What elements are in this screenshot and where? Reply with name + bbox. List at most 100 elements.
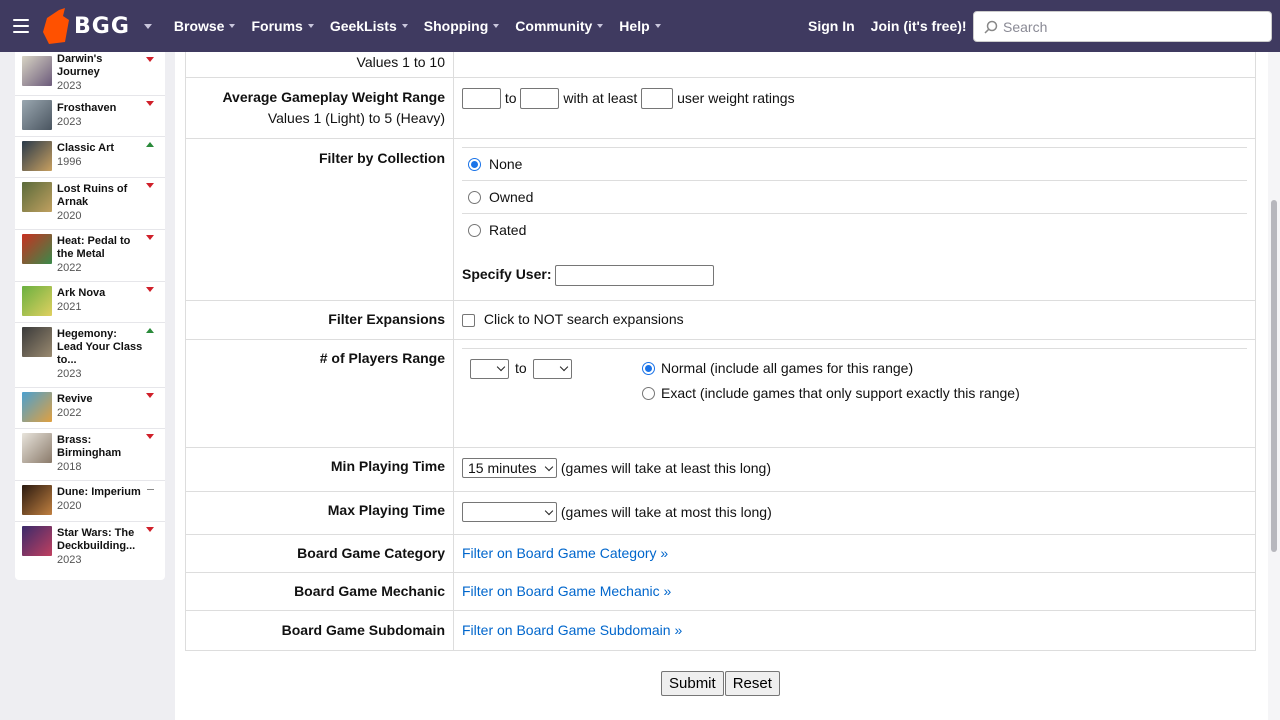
game-thumbnail[interactable] xyxy=(22,182,52,212)
game-name[interactable]: Arnak xyxy=(57,196,157,209)
bgg-logo[interactable]: BGG xyxy=(43,8,152,44)
game-name[interactable]: Classic Art xyxy=(57,142,157,155)
subdomain-row: Board Game Subdomain Filter on Board Gam… xyxy=(186,611,1255,650)
game-year: 2018 xyxy=(57,461,82,473)
chevron-down-icon xyxy=(544,462,554,472)
game-year: 2021 xyxy=(57,301,82,313)
min-playing-time-select[interactable]: 15 minutes xyxy=(462,458,557,479)
list-item[interactable]: Dune: Imperium 2020 xyxy=(15,481,165,522)
weight-max-input[interactable] xyxy=(520,87,560,109)
list-item[interactable]: Lost Ruins of Arnak 2020 xyxy=(15,178,165,230)
mechanic-value: Filter on Board Game Mechanic » xyxy=(454,573,1255,610)
hamburger-menu-icon[interactable] xyxy=(13,19,29,33)
players-max-select[interactable] xyxy=(532,358,572,379)
game-thumbnail[interactable] xyxy=(22,433,52,463)
list-item[interactable]: Ark Nova 2021 xyxy=(15,282,165,323)
radio-owned[interactable] xyxy=(468,190,481,204)
game-year: 2023 xyxy=(57,116,82,128)
max-playing-time-select[interactable] xyxy=(462,502,557,523)
game-name[interactable]: Frosthaven xyxy=(57,102,157,115)
game-thumbnail[interactable] xyxy=(22,286,52,316)
game-name[interactable]: Revive xyxy=(57,393,157,406)
list-item[interactable]: Brass: Birmingham 2018 xyxy=(15,429,165,481)
weight-to-text: to xyxy=(504,89,517,106)
reset-button[interactable]: Reset xyxy=(724,671,780,696)
nav-help[interactable]: Help xyxy=(619,18,661,34)
list-item[interactable]: Star Wars: The Deckbuilding... 2023 xyxy=(15,522,165,572)
collection-option-rated[interactable]: Rated xyxy=(462,213,1247,246)
players-mode-exact[interactable]: Exact (include games that only support e… xyxy=(642,380,1020,407)
game-name[interactable]: Lost Ruins of xyxy=(57,183,157,196)
list-item[interactable]: Frosthaven 2023 xyxy=(15,96,165,137)
game-name[interactable]: Brass: xyxy=(57,434,157,447)
subdomain-filter-link[interactable]: Filter on Board Game Subdomain » xyxy=(462,622,682,638)
game-name[interactable]: to... xyxy=(57,354,157,367)
nav-shopping[interactable]: Shopping xyxy=(424,18,500,34)
nav-forums[interactable]: Forums xyxy=(251,18,314,34)
players-min-select[interactable] xyxy=(470,358,509,379)
list-item[interactable]: Heat: Pedal to the Metal 2022 xyxy=(15,230,165,282)
search-input[interactable] xyxy=(1003,18,1253,35)
game-name[interactable]: the Metal xyxy=(57,248,157,261)
radio-none[interactable] xyxy=(468,157,481,171)
join-link[interactable]: Join (it's free)! xyxy=(871,18,967,34)
category-filter-link[interactable]: Filter on Board Game Category » xyxy=(462,545,668,561)
game-name[interactable]: Darwin's xyxy=(57,53,157,66)
game-name[interactable]: Heat: Pedal to xyxy=(57,235,157,248)
game-name[interactable]: Star Wars: The xyxy=(57,527,157,540)
game-name[interactable]: Dune: Imperium xyxy=(57,486,157,499)
game-name[interactable]: Birmingham xyxy=(57,447,157,460)
game-thumbnail[interactable] xyxy=(22,485,52,515)
game-name[interactable]: Hegemony: xyxy=(57,328,157,341)
game-name[interactable]: Journey xyxy=(57,66,157,79)
game-name[interactable]: Lead Your Class xyxy=(57,341,157,354)
game-thumbnail[interactable] xyxy=(22,141,52,171)
game-thumbnail[interactable] xyxy=(22,526,52,556)
list-item[interactable]: Classic Art 1996 xyxy=(15,137,165,178)
nav-geeklists[interactable]: GeekLists xyxy=(330,18,408,34)
game-thumbnail[interactable] xyxy=(22,56,52,86)
trend-down-icon xyxy=(146,393,154,398)
radio-exact[interactable] xyxy=(642,387,655,400)
game-thumbnail[interactable] xyxy=(22,234,52,264)
weight-ratings-text: user weight ratings xyxy=(677,89,795,106)
collection-option-owned[interactable]: Owned xyxy=(462,180,1247,213)
list-item[interactable]: Hegemony: Lead Your Class to... 2023 xyxy=(15,323,165,388)
subdomain-value: Filter on Board Game Subdomain » xyxy=(454,611,1255,650)
chevron-down-icon xyxy=(544,506,554,516)
game-name[interactable]: Deckbuilding... xyxy=(57,540,157,553)
radio-rated[interactable] xyxy=(468,223,481,237)
collection-option-none[interactable]: None xyxy=(462,147,1247,180)
players-mode-normal[interactable]: Normal (include all games for this range… xyxy=(642,357,1020,380)
weight-min-input[interactable] xyxy=(462,87,501,109)
nav-browse[interactable]: Browse xyxy=(174,18,236,34)
list-item[interactable]: Revive 2022 xyxy=(15,388,165,429)
game-year: 2022 xyxy=(57,262,82,274)
radio-normal[interactable] xyxy=(642,362,655,375)
game-thumbnail[interactable] xyxy=(22,392,52,422)
chevron-down-icon xyxy=(307,24,314,28)
game-thumbnail[interactable] xyxy=(22,100,52,130)
search-box[interactable] xyxy=(973,11,1272,42)
specify-user-input[interactable] xyxy=(555,264,715,286)
game-thumbnail[interactable] xyxy=(22,327,52,357)
scrollbar-thumb[interactable] xyxy=(1271,200,1277,552)
game-name[interactable]: Ark Nova xyxy=(57,287,157,300)
players-range-row: # of Players Range to Normal (include al… xyxy=(186,340,1255,448)
submit-button[interactable]: Submit xyxy=(661,671,724,696)
mechanic-filter-link[interactable]: Filter on Board Game Mechanic » xyxy=(462,583,671,599)
exclude-expansions-label: Click to NOT search expansions xyxy=(483,311,684,327)
specify-user-label: Specify User: xyxy=(462,266,552,282)
exclude-expansions-checkbox[interactable] xyxy=(462,313,475,327)
top-navigation-bar: BGG Browse Forums GeekLists Shopping Com… xyxy=(0,0,1280,52)
chevron-down-icon[interactable] xyxy=(143,23,152,29)
sign-in-link[interactable]: Sign In xyxy=(808,18,855,34)
min-playing-time-label: Min Playing Time xyxy=(186,448,454,491)
weight-min-ratings-input[interactable] xyxy=(641,87,674,109)
nav-community[interactable]: Community xyxy=(515,18,604,34)
players-range-selects: to xyxy=(470,358,572,379)
list-item[interactable]: Darwin's Journey 2023 xyxy=(15,52,165,96)
weight-range-title: Average Gameplay Weight Range xyxy=(222,89,445,105)
page-scrollbar[interactable] xyxy=(1268,52,1280,720)
players-to-text: to xyxy=(515,360,527,376)
